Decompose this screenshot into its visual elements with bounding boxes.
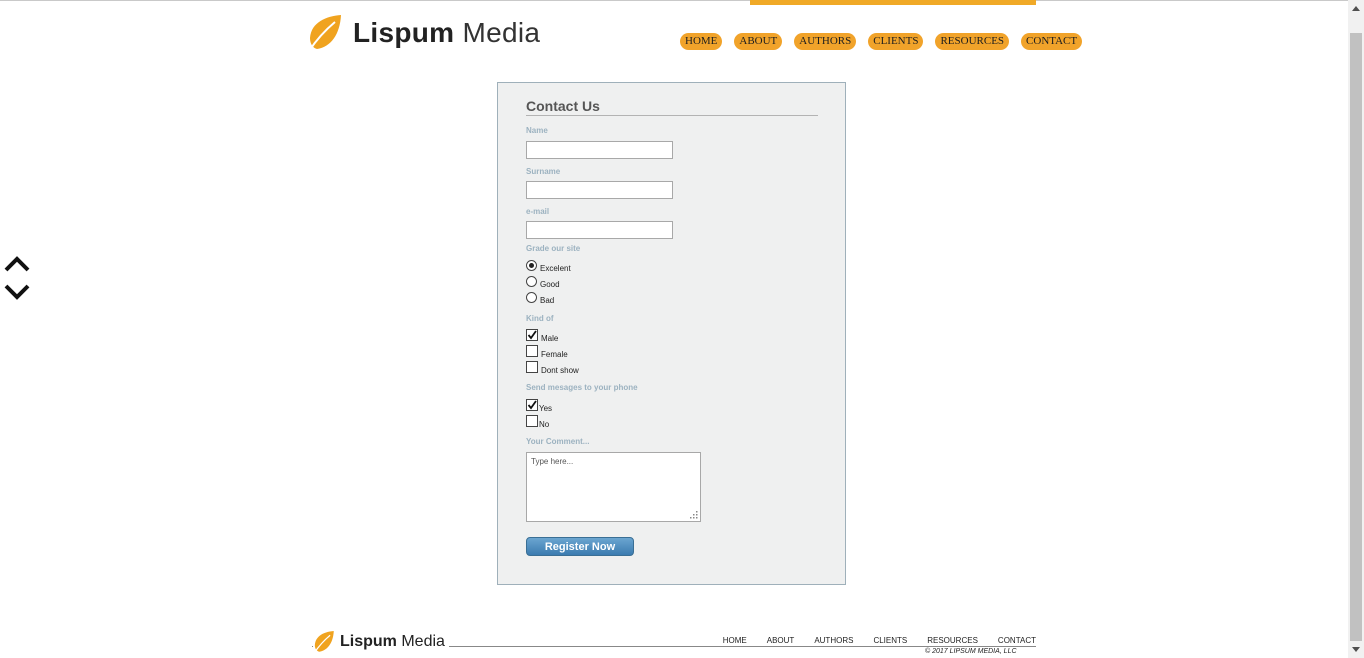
scroll-down-arrow-icon[interactable] <box>1352 647 1360 652</box>
logo[interactable]: Lispum Media <box>307 12 540 54</box>
nav-about[interactable]: ABOUT <box>734 33 783 50</box>
phone-label: Send mesages to your phone <box>526 383 638 392</box>
comment-label: Your Comment... <box>526 437 590 446</box>
accent-bar <box>750 0 1036 5</box>
scrollbar-thumb[interactable] <box>1350 33 1362 641</box>
copyright: © 2017 LIPSUM MEDIA, LLC <box>925 648 1017 655</box>
radio-good-label: Good <box>540 280 560 289</box>
nav-resources[interactable]: RESOURCES <box>935 33 1010 50</box>
logo-text: Lispum Media <box>353 17 541 48</box>
footer-nav-home[interactable]: HOME <box>723 636 747 645</box>
checkbox-dont-show[interactable] <box>526 361 538 373</box>
footer-nav: HOME ABOUT AUTHORS CLIENTS RESOURCES CON… <box>722 636 1036 645</box>
chevron-up-icon[interactable] <box>4 255 30 273</box>
radio-good[interactable] <box>526 276 537 287</box>
checkbox-male[interactable] <box>526 329 538 341</box>
register-button[interactable]: Register Now <box>526 537 634 556</box>
checkbox-no-label: No <box>539 420 550 429</box>
top-border <box>0 0 1348 1</box>
radio-bad-label: Bad <box>540 296 555 305</box>
footer-logo[interactable]: Lispum Media <box>313 628 449 656</box>
leaf-icon <box>313 631 334 654</box>
name-label: Name <box>526 126 548 135</box>
checkbox-yes-label: Yes <box>539 404 553 413</box>
footer-nav-contact[interactable]: CONTACT <box>998 636 1036 645</box>
grade-label: Grade our site <box>526 244 581 253</box>
leaf-icon <box>308 15 341 52</box>
form-title: Contact Us <box>526 98 818 116</box>
vertical-scrollbar[interactable] <box>1348 0 1364 658</box>
surname-input[interactable] <box>526 181 673 199</box>
radio-excelent[interactable] <box>526 260 537 271</box>
grade-option-good[interactable]: Good <box>526 273 560 289</box>
kind-option-female[interactable]: Female <box>526 343 568 359</box>
comment-textarea[interactable]: Type here... <box>526 452 701 522</box>
name-input[interactable] <box>526 141 673 159</box>
checkmark-icon <box>527 330 537 340</box>
surname-label: Surname <box>526 167 561 176</box>
checkbox-dont-show-label: Dont show <box>541 366 579 375</box>
main-nav: HOME ABOUT AUTHORS CLIENTS RESOURCES CON… <box>680 33 1083 50</box>
contact-form: Contact Us Name Surname e-mail Grade our… <box>497 82 846 585</box>
checkmark-icon <box>527 400 537 410</box>
kind-label: Kind of <box>526 314 554 323</box>
nav-authors[interactable]: AUTHORS <box>794 33 857 50</box>
radio-excelent-label: Excelent <box>540 264 571 273</box>
radio-bad[interactable] <box>526 292 537 303</box>
footer-nav-authors[interactable]: AUTHORS <box>814 636 853 645</box>
resize-grip-icon[interactable] <box>690 511 698 519</box>
checkbox-male-label: Male <box>541 334 559 343</box>
email-input[interactable] <box>526 221 673 239</box>
phone-option-yes[interactable]: Yes <box>526 397 553 413</box>
footer-nav-about[interactable]: ABOUT <box>767 636 795 645</box>
comment-placeholder: Type here... <box>531 457 574 466</box>
nav-home[interactable]: HOME <box>680 33 723 50</box>
checkbox-female[interactable] <box>526 345 538 357</box>
grade-option-excelent[interactable]: Excelent <box>526 257 571 273</box>
nav-contact[interactable]: CONTACT <box>1021 33 1083 50</box>
nav-clients[interactable]: CLIENTS <box>868 33 924 50</box>
scroll-up-arrow-icon[interactable] <box>1352 6 1360 11</box>
chevron-down-icon[interactable] <box>4 283 30 301</box>
footer-logo-text: Lispum Media <box>340 633 445 650</box>
checkbox-no[interactable] <box>526 415 538 427</box>
email-label: e-mail <box>526 207 550 216</box>
footer-nav-resources[interactable]: RESOURCES <box>927 636 978 645</box>
footer-nav-clients[interactable]: CLIENTS <box>873 636 907 645</box>
kind-option-male[interactable]: Male <box>526 327 559 343</box>
grade-option-bad[interactable]: Bad <box>526 289 555 305</box>
phone-option-no[interactable]: No <box>526 413 550 429</box>
kind-option-dont-show[interactable]: Dont show <box>526 359 579 375</box>
checkbox-female-label: Female <box>541 350 568 359</box>
checkbox-yes[interactable] <box>526 399 538 411</box>
